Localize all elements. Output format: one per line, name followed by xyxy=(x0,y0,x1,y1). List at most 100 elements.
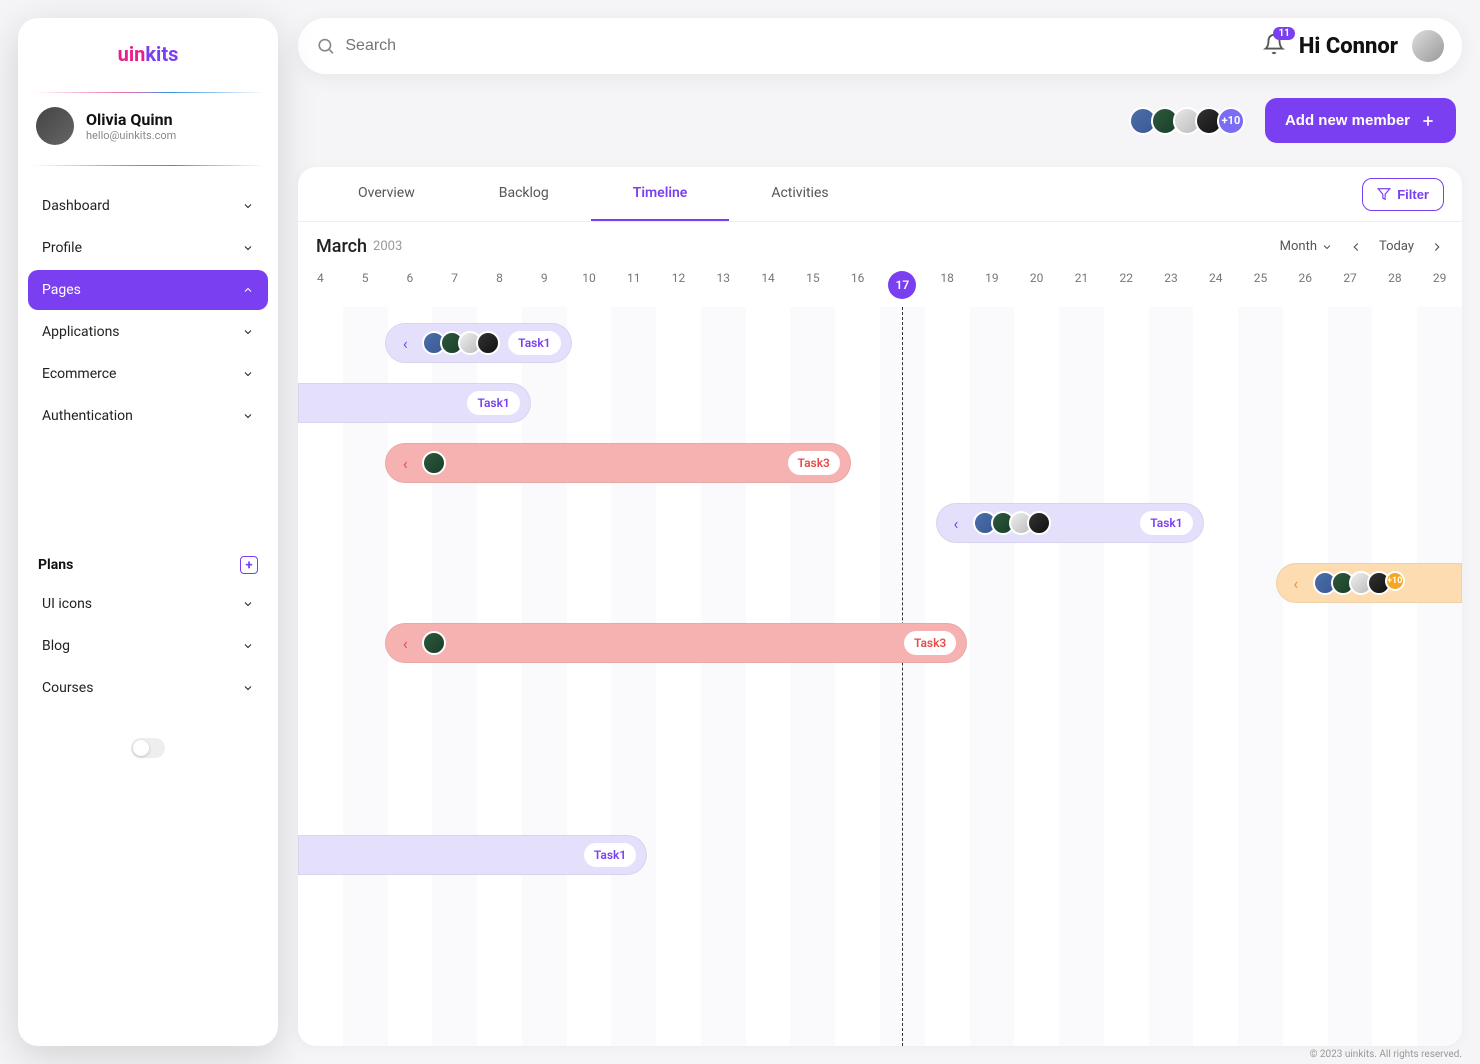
task-bar[interactable]: ‹ Task1 xyxy=(385,323,571,363)
task-avatar xyxy=(476,331,500,355)
notifications-button[interactable]: 11 xyxy=(1263,33,1285,59)
task-label: Task1 xyxy=(467,391,519,415)
filter-icon xyxy=(1377,187,1391,201)
next-icon[interactable] xyxy=(1430,240,1444,254)
day-cell[interactable]: 17 xyxy=(888,271,916,299)
view-label: Month xyxy=(1280,239,1317,254)
nav-pages[interactable]: Pages xyxy=(28,270,268,310)
today-button[interactable]: Today xyxy=(1379,239,1414,254)
chevron-left-icon: ‹ xyxy=(1285,572,1307,594)
day-cell[interactable]: 26 xyxy=(1283,271,1328,299)
nav-dashboard[interactable]: Dashboard xyxy=(28,186,268,226)
search-wrap[interactable] xyxy=(316,36,1249,56)
main-nav: Dashboard Profile Pages Applications Eco… xyxy=(28,186,268,436)
user-avatar[interactable] xyxy=(1412,30,1444,62)
task-label: Task1 xyxy=(508,331,560,355)
chevron-down-icon xyxy=(242,368,254,380)
day-cell[interactable]: 11 xyxy=(611,271,656,299)
tab-row: Overview Backlog Timeline Activities Fil… xyxy=(298,167,1462,222)
chevron-left-icon: ‹ xyxy=(945,512,967,534)
day-cell[interactable]: 9 xyxy=(522,271,567,299)
day-cell[interactable]: 25 xyxy=(1238,271,1283,299)
day-cell[interactable]: 6 xyxy=(388,271,433,299)
task-bar[interactable]: ‹ +10 xyxy=(1276,563,1462,603)
main-area: 11 Hi Connor +10 Add new member Overview xyxy=(298,18,1462,1046)
day-cell[interactable]: 7 xyxy=(432,271,477,299)
prev-icon[interactable] xyxy=(1349,240,1363,254)
day-cell[interactable]: 4 xyxy=(298,271,343,299)
day-cell[interactable]: 24 xyxy=(1193,271,1238,299)
day-cell[interactable]: 15 xyxy=(790,271,835,299)
nav-label: Dashboard xyxy=(42,198,110,214)
task-label: Task3 xyxy=(788,451,840,475)
filter-label: Filter xyxy=(1397,187,1429,202)
task-label: Task1 xyxy=(1140,511,1192,535)
nav-label: Courses xyxy=(42,680,93,696)
day-cell[interactable]: 5 xyxy=(343,271,388,299)
day-cell[interactable]: 23 xyxy=(1149,271,1194,299)
search-input[interactable] xyxy=(345,37,1249,55)
nav-label: Authentication xyxy=(42,408,133,424)
nav-ui-icons[interactable]: UI icons xyxy=(28,584,268,624)
add-member-button[interactable]: Add new member xyxy=(1265,98,1456,143)
day-cell[interactable]: 27 xyxy=(1328,271,1373,299)
plans-title: Plans xyxy=(38,557,73,573)
chevron-left-icon: ‹ xyxy=(394,452,416,474)
nav-ecommerce[interactable]: Ecommerce xyxy=(28,354,268,394)
task-bar[interactable]: ‹ Task3 xyxy=(385,623,967,663)
nav-label: Pages xyxy=(42,282,81,298)
sidebar: uinkits Olivia Quinn hello@uinkits.com D… xyxy=(18,18,278,1046)
view-select[interactable]: Month xyxy=(1280,239,1333,254)
day-cell[interactable]: 28 xyxy=(1372,271,1417,299)
date-bar: March 2003 Month Today xyxy=(298,222,1462,265)
nav-authentication[interactable]: Authentication xyxy=(28,396,268,436)
nav-label: Ecommerce xyxy=(42,366,116,382)
day-cell[interactable]: 20 xyxy=(1014,271,1059,299)
day-cell[interactable]: 29 xyxy=(1417,271,1462,299)
member-avatars: +10 xyxy=(1129,107,1245,135)
nav-profile[interactable]: Profile xyxy=(28,228,268,268)
chevron-down-icon xyxy=(242,326,254,338)
task-bar[interactable]: Task1 xyxy=(298,835,647,875)
search-icon xyxy=(316,36,335,56)
nav-label: Applications xyxy=(42,324,120,340)
task-avatar xyxy=(1027,511,1051,535)
day-cell[interactable]: 22 xyxy=(1104,271,1149,299)
day-cell[interactable]: 13 xyxy=(701,271,746,299)
brand-part1: uin xyxy=(118,42,146,66)
profile-block[interactable]: Olivia Quinn hello@uinkits.com xyxy=(28,107,268,159)
profile-name: Olivia Quinn xyxy=(86,110,176,129)
nav-label: Profile xyxy=(42,240,82,256)
tab-timeline[interactable]: Timeline xyxy=(591,167,730,221)
day-cell[interactable]: 18 xyxy=(925,271,970,299)
chevron-down-icon xyxy=(242,242,254,254)
task-bar[interactable]: ‹ Task1 xyxy=(936,503,1204,543)
add-plan-button[interactable]: + xyxy=(240,556,258,574)
chevron-left-icon: ‹ xyxy=(394,632,416,654)
day-cell[interactable]: 14 xyxy=(746,271,791,299)
tab-activities[interactable]: Activities xyxy=(729,167,870,221)
day-cell[interactable]: 12 xyxy=(656,271,701,299)
theme-toggle[interactable] xyxy=(131,738,165,758)
nav-blog[interactable]: Blog xyxy=(28,626,268,666)
day-cell[interactable]: 21 xyxy=(1059,271,1104,299)
brand-part2: kits xyxy=(145,42,178,66)
chevron-down-icon xyxy=(242,410,254,422)
member-more-chip[interactable]: +10 xyxy=(1217,107,1245,135)
calendar-area: 45678910111213141516 17 181920212223242526… xyxy=(298,265,1462,1046)
nav-applications[interactable]: Applications xyxy=(28,312,268,352)
timeline-month: March xyxy=(316,236,367,257)
task-bar[interactable]: Task1 xyxy=(298,383,531,423)
filter-button[interactable]: Filter xyxy=(1362,178,1444,211)
task-more-chip: +10 xyxy=(1385,571,1405,591)
day-cell[interactable]: 8 xyxy=(477,271,522,299)
day-cell[interactable]: 19 xyxy=(970,271,1015,299)
day-cell[interactable]: 16 xyxy=(835,271,880,299)
tab-backlog[interactable]: Backlog xyxy=(457,167,591,221)
chevron-down-icon xyxy=(242,640,254,652)
day-cell[interactable]: 10 xyxy=(567,271,612,299)
chevron-up-icon xyxy=(242,284,254,296)
tab-overview[interactable]: Overview xyxy=(316,167,457,221)
task-bar[interactable]: ‹ Task3 xyxy=(385,443,851,483)
nav-courses[interactable]: Courses xyxy=(28,668,268,708)
